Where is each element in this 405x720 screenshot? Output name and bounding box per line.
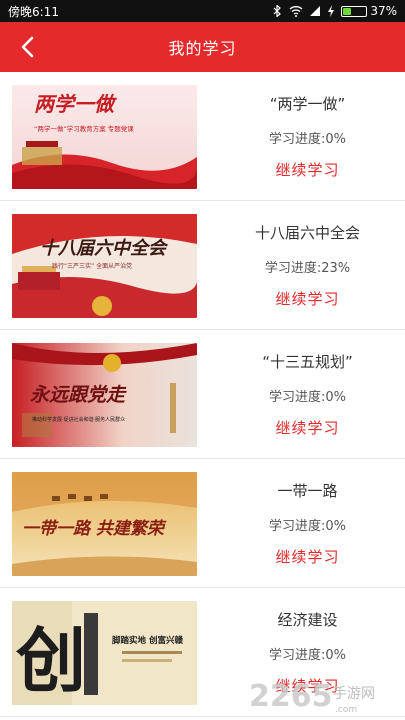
course-list: 两学一做 “两学一做”学习教育方案 专题党课 “两学一做” 学习进度:0% 继续… <box>0 72 405 720</box>
watermark-number: 2265 <box>249 679 333 714</box>
watermark-suffix: 手游网 <box>333 686 375 702</box>
course-item[interactable]: 永远跟党走 推动科学发展·促进社会和谐·服务人民群众 “十三五规划” 学习进度:… <box>0 330 405 459</box>
status-bar: 傍晚6:11 37% <box>0 0 405 22</box>
thumb-title: 创 <box>15 619 86 702</box>
charging-icon <box>328 5 335 17</box>
signal-x-icon <box>310 6 321 16</box>
course-title: 十八届六中全会 <box>254 223 360 242</box>
battery-percent: 37% <box>370 4 397 18</box>
battery-icon <box>341 5 368 17</box>
course-thumbnail[interactable]: 一带一路 共建繁荣 <box>12 472 197 576</box>
course-info: “两学一做” 学习进度:0% 继续学习 <box>210 72 405 200</box>
battery-indicator: 37% <box>341 4 397 18</box>
thumb-title: 一带一路 共建繁荣 <box>22 519 167 539</box>
status-icons: 37% <box>271 4 397 18</box>
bluetooth-icon <box>273 5 282 17</box>
continue-learning-button[interactable]: 继续学习 <box>275 288 339 309</box>
course-progress: 学习进度:23% <box>264 260 351 276</box>
course-title: 经济建设 <box>277 610 338 629</box>
course-thumbnail[interactable]: 创 脚踏实地 创富兴赣 <box>12 601 197 705</box>
course-info: “十三五规划” 学习进度:0% 继续学习 <box>210 330 405 458</box>
course-progress: 学习进度:0% <box>268 518 346 534</box>
thumb-title: 两学一做 <box>34 92 117 116</box>
site-watermark: 2265 手游网 .com <box>249 679 375 715</box>
back-arrow-icon <box>21 36 34 58</box>
course-title: 一带一路 <box>277 481 338 500</box>
thumb-title: 永远跟党走 <box>30 384 127 406</box>
course-thumbnail[interactable]: 永远跟党走 推动科学发展·促进社会和谐·服务人民群众 <box>12 343 197 447</box>
thumb-title: 十八届六中全会 <box>40 238 169 259</box>
continue-learning-button[interactable]: 继续学习 <box>275 417 339 438</box>
course-thumbnail[interactable]: 两学一做 “两学一做”学习教育方案 专题党课 <box>12 85 197 189</box>
course-progress: 学习进度:0% <box>268 647 346 663</box>
status-time: 傍晚6:11 <box>8 4 59 19</box>
thumb-subtitle: 践行“三严三实” 全面从严治党 <box>52 262 132 270</box>
course-info: 一带一路 学习进度:0% 继续学习 <box>210 459 405 587</box>
page-title: 我的学习 <box>168 39 237 58</box>
course-title: “十三五规划” <box>262 352 353 371</box>
continue-learning-button[interactable]: 继续学习 <box>275 546 339 567</box>
thumb-subtitle: “两学一做”学习教育方案 专题党课 <box>34 124 134 133</box>
course-item[interactable]: 两学一做 “两学一做”学习教育方案 专题党课 “两学一做” 学习进度:0% 继续… <box>0 72 405 201</box>
course-title: “两学一做” <box>269 94 346 113</box>
wifi-icon <box>289 6 303 17</box>
course-progress: 学习进度:0% <box>268 131 346 147</box>
course-item[interactable]: 十八届六中全会 践行“三严三实” 全面从严治党 十八届六中全会 学习进度:23%… <box>0 201 405 330</box>
course-info: 十八届六中全会 学习进度:23% 继续学习 <box>210 201 405 329</box>
watermark-domain: .com <box>335 705 357 715</box>
course-item[interactable]: 一带一路 共建繁荣 一带一路 学习进度:0% 继续学习 <box>0 459 405 588</box>
course-thumbnail[interactable]: 十八届六中全会 践行“三严三实” 全面从严治党 <box>12 214 197 318</box>
app-bar: 我的学习 <box>0 22 405 72</box>
thumb-subtitle: 脚踏实地 创富兴赣 <box>112 635 183 646</box>
course-progress: 学习进度:0% <box>268 389 346 405</box>
back-button[interactable] <box>12 22 42 72</box>
continue-learning-button[interactable]: 继续学习 <box>275 159 339 180</box>
thumb-subtitle: 推动科学发展·促进社会和谐·服务人民群众 <box>32 416 125 423</box>
